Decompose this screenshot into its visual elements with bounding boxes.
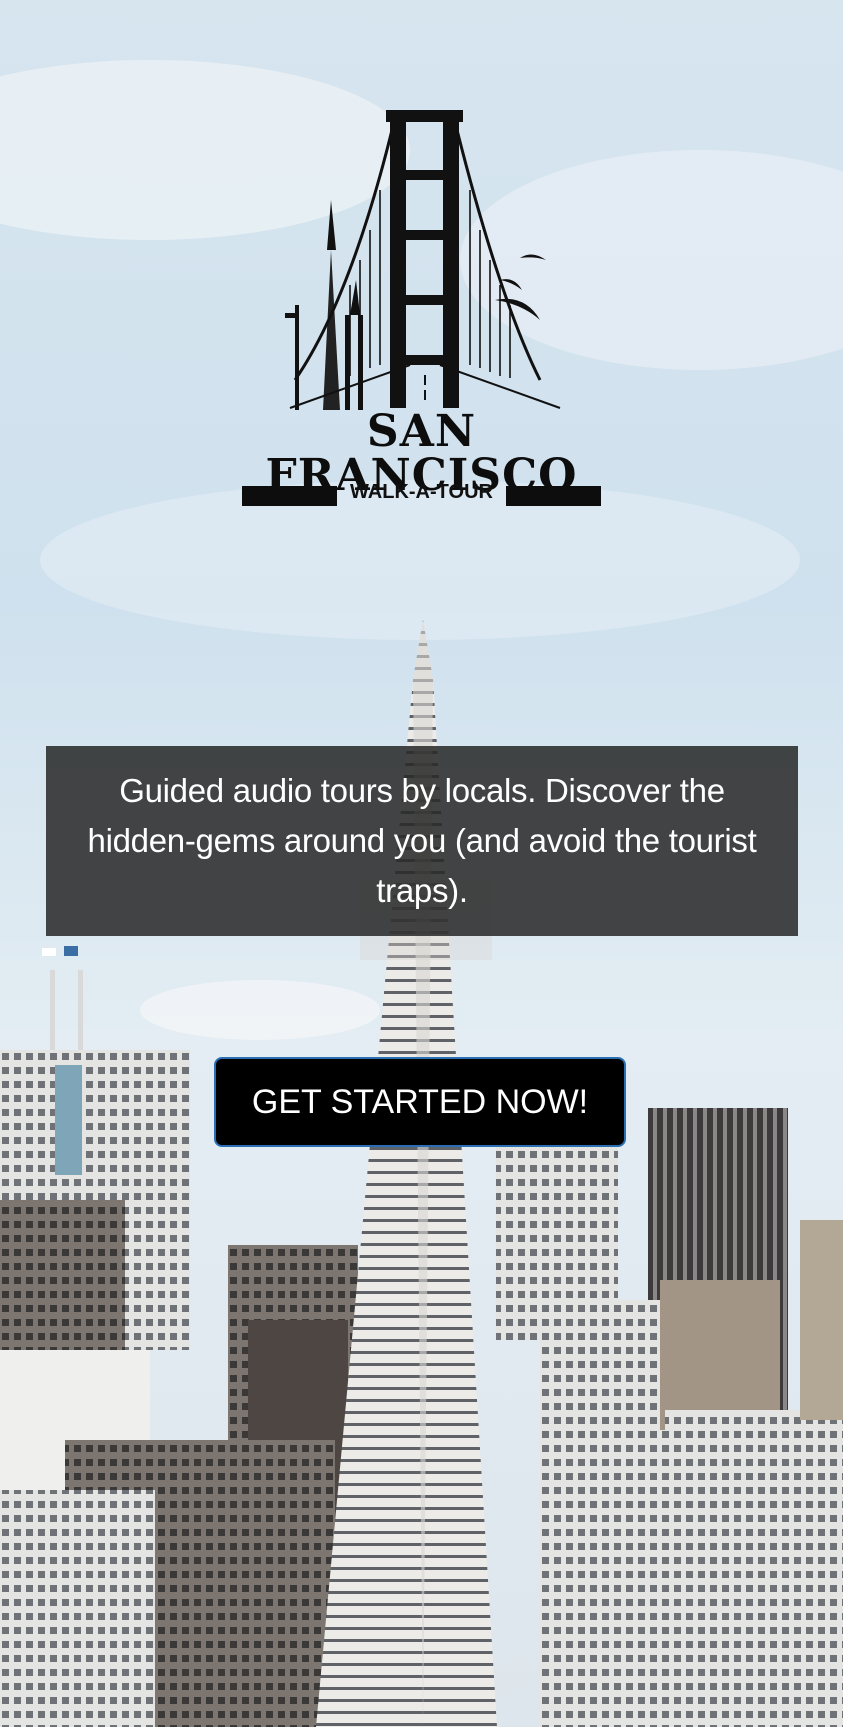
logo-subtitle: WALK-A-TOUR (350, 481, 493, 503)
golden-gate-bridge-icon (285, 110, 561, 410)
tagline-text: Guided audio tours by locals. Discover t… (87, 772, 757, 909)
tagline-panel: Guided audio tours by locals. Discover t… (46, 746, 798, 936)
get-started-button[interactable]: GET STARTED NOW! (214, 1057, 626, 1147)
san-francisco-walk-a-tour-logo: SAN FRANCISCO WALK-A-TOUR (230, 110, 613, 520)
